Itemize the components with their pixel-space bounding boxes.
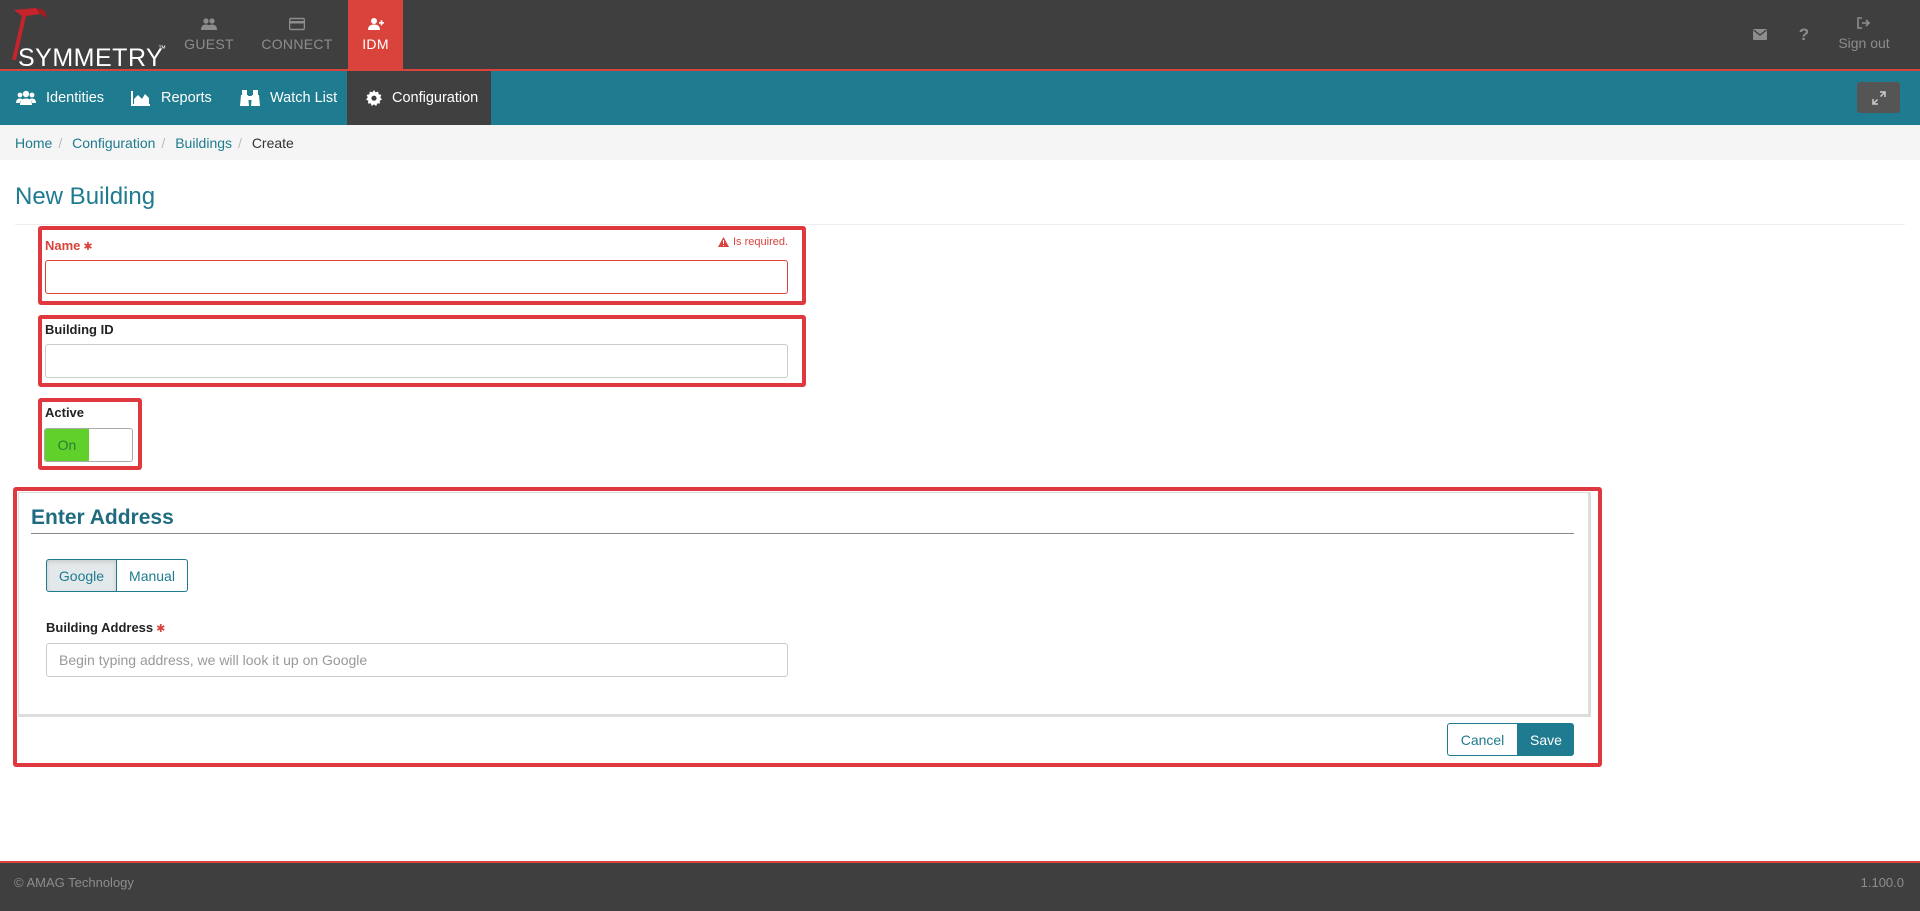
- breadcrumb-configuration[interactable]: Configuration: [72, 135, 155, 151]
- nav-identities[interactable]: Identities: [16, 71, 104, 125]
- building-address-label: Building Address ✱: [46, 620, 166, 635]
- building-address-input[interactable]: [46, 643, 788, 677]
- nav-reports[interactable]: Reports: [131, 71, 212, 125]
- address-title-divider: [31, 533, 1574, 534]
- app-tab-idm[interactable]: IDM: [348, 0, 403, 69]
- app-tab-connect[interactable]: CONNECT: [254, 0, 340, 69]
- sign-out-label: Sign out: [1838, 35, 1890, 51]
- app-tab-label: GUEST: [184, 36, 234, 52]
- expand-icon: [1871, 90, 1886, 105]
- credit-card-icon: [289, 17, 305, 31]
- users-icon: [16, 90, 36, 105]
- breadcrumb-home[interactable]: Home: [15, 135, 52, 151]
- nav-label: Identities: [46, 90, 105, 106]
- nav-label: Reports: [161, 90, 212, 106]
- logo-trademark: ™: [158, 44, 166, 53]
- title-divider: [15, 224, 1905, 225]
- building-id-label: Building ID: [45, 322, 114, 337]
- address-mode-manual[interactable]: Manual: [117, 559, 188, 592]
- breadcrumb-current: Create: [251, 135, 294, 151]
- form-actions-bar: [18, 717, 1591, 757]
- sign-out-button[interactable]: Sign out: [1834, 0, 1894, 69]
- warning-icon: [718, 237, 729, 247]
- symmetry-logo[interactable]: SYMMETRY ™: [6, 6, 166, 72]
- gear-icon: [366, 90, 382, 106]
- address-mode-google[interactable]: Google: [46, 559, 117, 592]
- breadcrumb: Home / Configuration / Buildings / Create: [0, 125, 1920, 160]
- nav-configuration[interactable]: Configuration: [347, 71, 491, 125]
- app-tab-label: CONNECT: [261, 36, 333, 52]
- user-plus-icon: [367, 18, 384, 30]
- active-label: Active: [45, 405, 85, 420]
- app-tab-guest[interactable]: GUEST: [170, 0, 248, 69]
- nav-label: Configuration: [392, 90, 479, 106]
- address-title: Enter Address: [31, 506, 174, 529]
- logo-text: SYMMETRY: [18, 44, 164, 72]
- app-tab-label: IDM: [362, 36, 389, 52]
- binoculars-icon: [240, 90, 260, 106]
- area-chart-icon: [131, 91, 150, 106]
- mail-button[interactable]: [1748, 0, 1772, 69]
- save-button[interactable]: Save: [1518, 723, 1574, 756]
- page-title: New Building: [15, 183, 156, 210]
- address-panel: [18, 492, 1591, 717]
- top-bar: SYMMETRY ™ GUEST CONNECT IDM ? Sign out: [0, 0, 1920, 72]
- required-marker: ✱: [83, 241, 93, 253]
- cancel-button[interactable]: Cancel: [1447, 723, 1518, 756]
- active-toggle[interactable]: On: [44, 428, 133, 462]
- toggle-on-state: On: [45, 429, 89, 461]
- envelope-icon: [1753, 29, 1767, 40]
- name-error-message: Is required.: [718, 236, 788, 248]
- sign-out-icon: [1857, 17, 1871, 29]
- nav-watch-list[interactable]: Watch List: [240, 71, 337, 125]
- copyright-text: © AMAG Technology: [14, 875, 134, 890]
- required-marker: ✱: [156, 623, 166, 635]
- nav-label: Watch List: [270, 90, 338, 106]
- name-label: Name ✱: [45, 238, 93, 253]
- help-button[interactable]: ?: [1792, 0, 1816, 69]
- name-input[interactable]: [45, 260, 788, 294]
- version-text: 1.100.0: [1860, 875, 1904, 890]
- module-navbar: Identities Reports Watch List Configurat…: [0, 71, 1920, 125]
- page-footer: © AMAG Technology 1.100.0: [0, 861, 1920, 911]
- breadcrumb-buildings[interactable]: Buildings: [175, 135, 232, 151]
- fullscreen-button[interactable]: [1857, 82, 1900, 113]
- help-icon: ?: [1798, 25, 1810, 44]
- building-id-input[interactable]: [45, 344, 788, 378]
- users-icon: [201, 18, 217, 30]
